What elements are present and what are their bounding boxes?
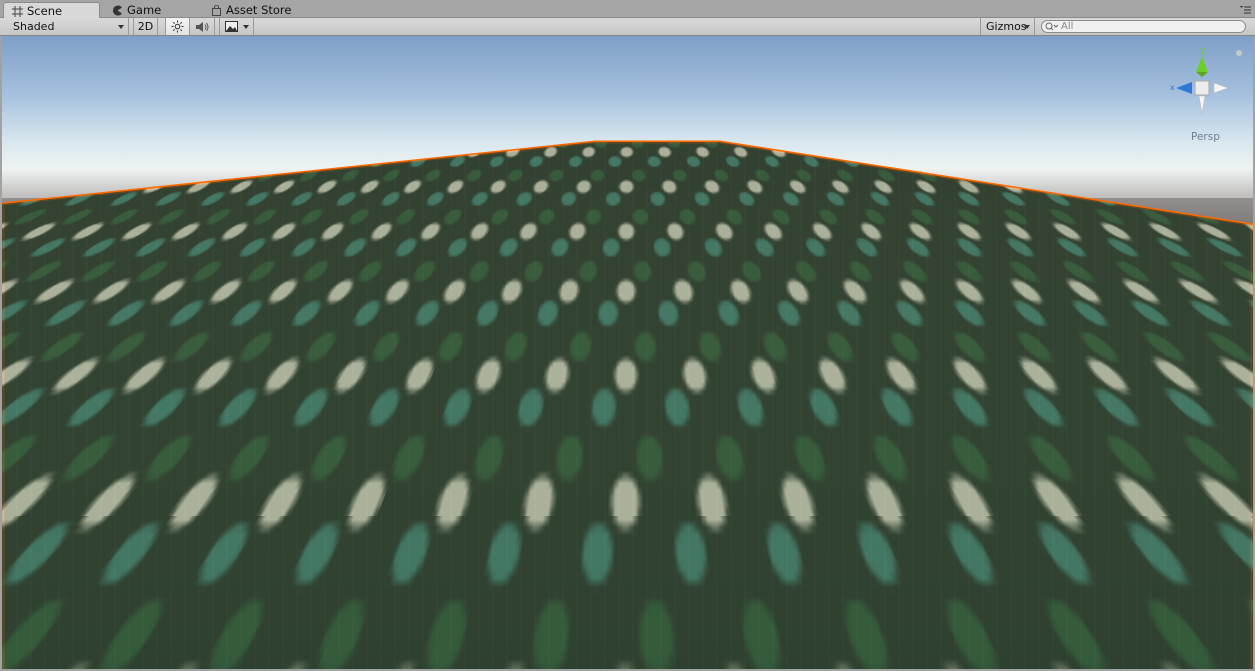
draw-mode-dropdown[interactable]: Shaded [0,18,129,35]
tab-game-label: Game [127,3,162,17]
projection-label[interactable]: Persp [1191,131,1220,143]
draw-mode-label: Shaded [13,20,55,33]
tab-menu-icon[interactable] [1239,4,1251,14]
2d-toggle-button[interactable]: 2D [133,18,158,35]
scene-lighting-toggle[interactable] [165,18,190,35]
gizmo-center-cube[interactable] [1194,80,1210,96]
gizmo-lock-icon[interactable] [1236,50,1242,56]
search-icon [1045,22,1059,31]
gizmos-label: Gizmos [986,20,1027,33]
scene-grid-icon [12,5,23,17]
editor-tab-strip: Scene Game Asset Store [0,0,1255,19]
2d-toggle-label: 2D [137,20,154,33]
hierarchy-search-field[interactable] [1041,20,1246,33]
gizmo-y-cone[interactable] [1196,56,1208,72]
image-icon [225,21,238,32]
scene-audio-toggle[interactable] [190,18,215,35]
tab-asset-store-label: Asset Store [226,3,292,17]
tab-scene-label: Scene [27,4,63,18]
scene-viewport[interactable]: y x Persp [2,36,1253,669]
svg-text:x: x [1170,83,1175,92]
orientation-gizmo[interactable]: y x [1162,44,1242,144]
scene-toolbar: Shaded 2D Gizmos [0,18,1255,36]
selection-outline [2,140,1253,669]
gizmo-x-cone[interactable] [1176,82,1192,94]
game-pacman-icon [113,5,122,16]
chevron-down-icon [243,25,249,29]
speaker-icon [196,21,209,32]
gizmo-neg-x-cone[interactable] [1213,82,1229,94]
gizmos-dropdown[interactable]: Gizmos [980,18,1035,35]
gizmo-neg-y-cone[interactable] [1198,95,1206,115]
tab-game[interactable]: Game [104,2,169,18]
chevron-down-icon [118,25,124,29]
tab-asset-store[interactable]: Asset Store [203,2,300,18]
scene-effects-dropdown[interactable] [219,18,254,35]
sun-icon [171,20,184,33]
search-input[interactable] [1061,21,1231,32]
gizmo-y-label: y [1200,46,1206,56]
asset-store-bag-icon [212,4,221,16]
tab-scene[interactable]: Scene [3,2,100,19]
chevron-down-icon [1024,25,1030,29]
